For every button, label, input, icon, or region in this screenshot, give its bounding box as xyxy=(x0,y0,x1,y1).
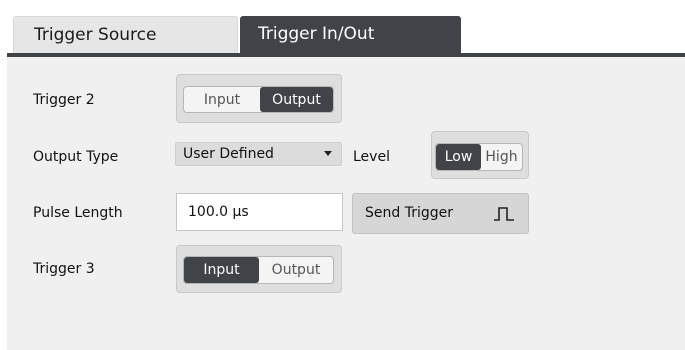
tab-trigger-in-out[interactable]: Trigger In/Out xyxy=(240,16,461,53)
pulse-icon xyxy=(494,207,514,221)
output-type-dropdown[interactable]: User Defined xyxy=(175,142,342,166)
trigger2-output-option[interactable]: Output xyxy=(260,87,333,112)
level-label: Level xyxy=(353,149,390,165)
pulse-length-input[interactable]: 100.0 µs xyxy=(176,193,343,231)
output-type-value: User Defined xyxy=(183,146,274,162)
chevron-down-icon xyxy=(324,151,332,156)
level-toggle: Low High xyxy=(435,143,523,171)
tab-label: Trigger Source xyxy=(34,25,157,45)
output-type-label: Output Type xyxy=(33,149,119,165)
pulse-length-label: Pulse Length xyxy=(33,205,123,221)
trigger2-input-option[interactable]: Input xyxy=(184,87,260,112)
tab-trigger-source[interactable]: Trigger Source xyxy=(13,16,238,53)
trigger2-toggle: Input Output xyxy=(183,86,334,113)
trigger3-input-option[interactable]: Input xyxy=(184,257,259,283)
tab-label: Trigger In/Out xyxy=(258,24,375,44)
tab-bar: Trigger Source Trigger In/Out xyxy=(0,0,685,57)
level-low-option[interactable]: Low xyxy=(436,144,481,170)
trigger2-label: Trigger 2 xyxy=(33,92,95,108)
send-trigger-button[interactable]: Send Trigger xyxy=(352,193,529,234)
trigger3-toggle: Input Output xyxy=(183,256,334,284)
trigger3-label: Trigger 3 xyxy=(33,261,95,277)
send-trigger-label: Send Trigger xyxy=(365,205,453,221)
trigger3-output-option[interactable]: Output xyxy=(259,257,333,283)
level-high-option[interactable]: High xyxy=(481,144,522,170)
